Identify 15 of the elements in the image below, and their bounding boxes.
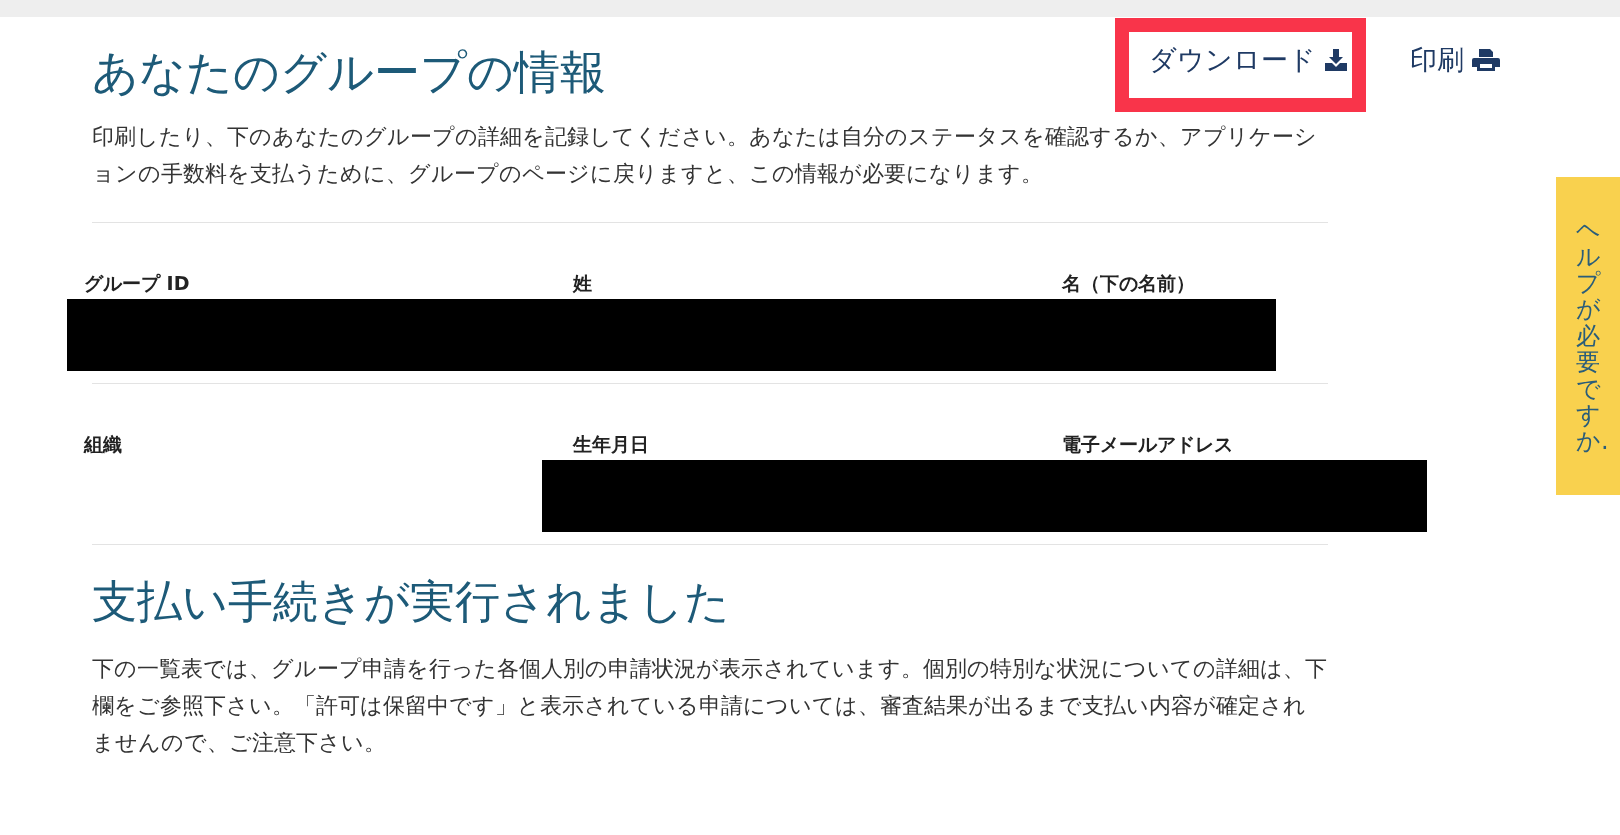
print-icon <box>1472 48 1500 72</box>
field-label: 電子メールアドレス <box>1062 432 1234 458</box>
field-label: グループ ID <box>84 271 191 297</box>
description-text: 印刷したり、下のあなたのグループの詳細を記録してください。あなたは自分のステータスを確認するか、アプリケーションの手数料を支払うために、グループのページに戻りますと、この情報が必要になります。 <box>92 123 1318 189</box>
section-title: あなたのグループの情報 <box>92 45 606 101</box>
print-link[interactable]: 印刷 <box>1376 18 1518 112</box>
field-label: 名（下の名前） <box>1062 271 1196 297</box>
description-text: 下の一覧表では、グループ申請を行った各個人別の申請状況が表示されています。個別の特別な状況についての詳細は、下欄をご参照下さい。「許可は保留中です」と表示されている申請については、審査結果が出るまで支払い内容が確定されませんので、ご注意下さい。 <box>92 654 1328 757</box>
section-title: 支払い手続きが実行されました <box>92 574 731 631</box>
download-icon <box>1324 48 1348 72</box>
field-label: 組織 <box>84 432 123 458</box>
download-link[interactable]: ダウンロード <box>1115 18 1366 112</box>
field-label: 生年月日 <box>573 432 650 458</box>
help-tab[interactable]: ヘルプが必要ですか. <box>1556 177 1620 495</box>
field-label: 姓 <box>573 271 593 297</box>
